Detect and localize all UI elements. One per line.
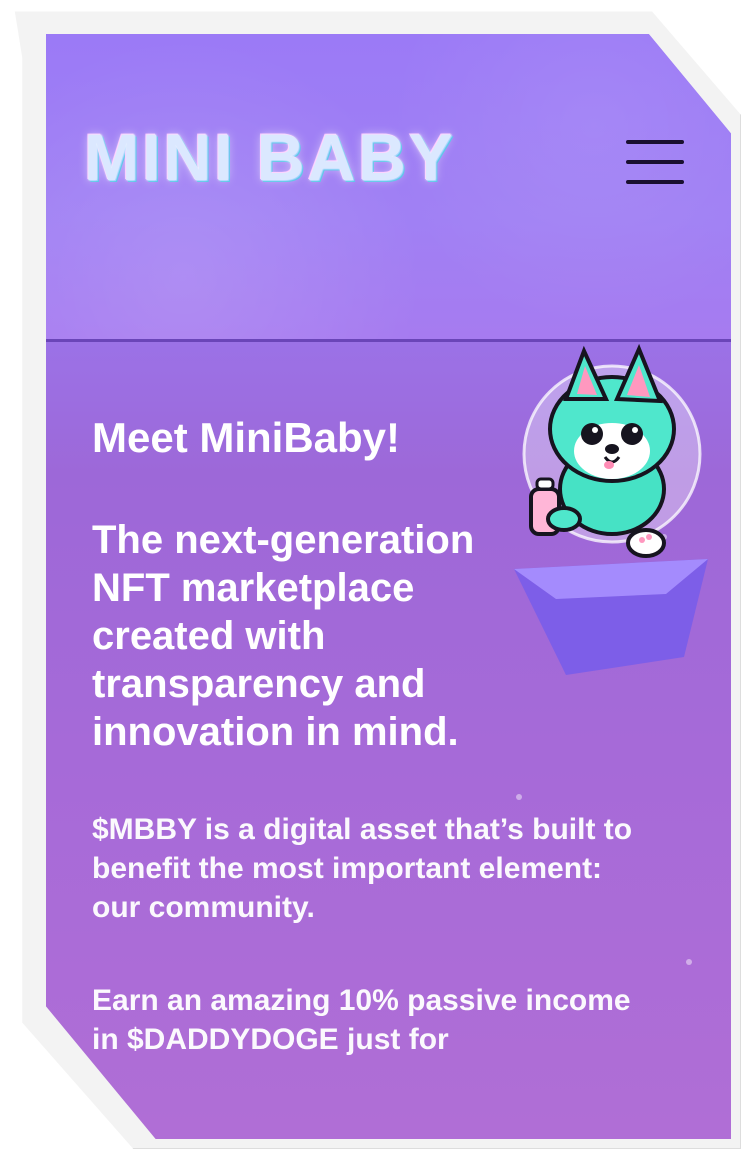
rewards-paragraph: Earn an amazing 10% passive income in $D… — [92, 984, 631, 1056]
site-logo[interactable]: MINI BABY — [84, 119, 456, 195]
menu-line-top — [626, 140, 684, 144]
intro-paragraph: $MBBY is a digital asset that’s built to… — [92, 813, 633, 924]
mascot-nose — [605, 444, 619, 454]
mascot-fox-astronaut-icon — [514, 343, 708, 675]
hero-section: Meet MiniBaby! The next-generation NFT m… — [92, 414, 632, 1059]
mascot-left-paw — [546, 506, 582, 532]
background-sparkle — [686, 959, 692, 965]
paw-pad — [646, 534, 652, 540]
paw-pad — [639, 537, 645, 543]
background-sparkle — [516, 794, 522, 800]
hero-title: Meet MiniBaby! — [92, 414, 401, 461]
mascot-tongue — [604, 461, 614, 469]
menu-line-bottom — [626, 180, 684, 184]
left-eye — [581, 423, 603, 445]
hamburger-menu-icon[interactable] — [626, 136, 684, 188]
right-eye-shine — [632, 427, 638, 433]
site-header: MINI BABY — [46, 34, 731, 342]
mobile-screen: MINI BABY Meet MiniBaby! The next-genera… — [46, 34, 731, 1139]
left-eye-shine — [592, 427, 598, 433]
mascot-foot — [626, 528, 666, 558]
menu-line-middle — [626, 160, 684, 164]
hero-subtitle: The next-generation NFT marketplace crea… — [92, 518, 475, 754]
bottle-cap — [535, 477, 555, 491]
right-eye — [621, 423, 643, 445]
